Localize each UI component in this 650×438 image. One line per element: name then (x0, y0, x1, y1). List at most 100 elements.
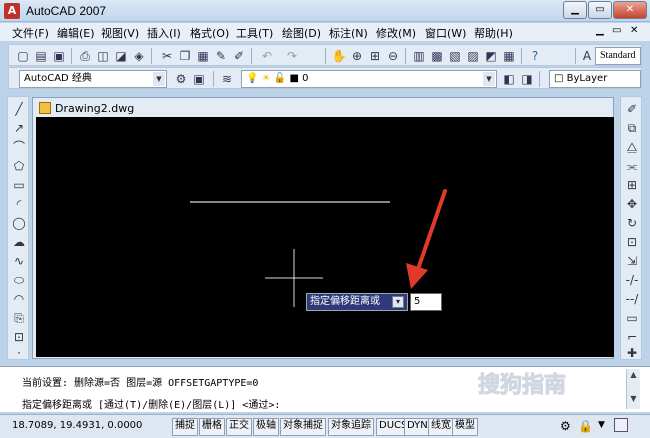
insert-block-icon[interactable]: ⎘ (11, 310, 27, 326)
block-editor-icon[interactable]: ✐ (231, 48, 247, 64)
make-current-layer-icon[interactable]: ◧ (501, 71, 517, 87)
copy-icon[interactable]: ❐ (177, 48, 193, 64)
menu-modify[interactable]: 修改(M) (376, 25, 416, 41)
mirror-icon[interactable]: ⧋ (624, 139, 640, 155)
ortho-toggle[interactable]: 正交 (226, 418, 252, 436)
move-icon[interactable]: ✥ (624, 196, 640, 212)
match-properties-icon[interactable]: ✎ (213, 48, 229, 64)
offset-distance-input[interactable]: 5 (410, 293, 442, 311)
sheet-set-icon[interactable]: ▨ (465, 48, 481, 64)
menu-draw[interactable]: 绘图(D) (282, 25, 321, 41)
workspace-settings-icon[interactable]: ⚙ (173, 71, 189, 87)
cut-icon[interactable]: ✂ (159, 48, 175, 64)
offset-icon[interactable]: ⫘ (624, 158, 640, 174)
layer-select[interactable]: 💡 ☀ 🔓 ■ 0 ▼ (241, 70, 497, 88)
menu-file[interactable]: 文件(F) (12, 25, 49, 41)
layer-manager-icon[interactable]: ≋ (219, 71, 235, 87)
publish-icon[interactable]: ◪ (113, 48, 129, 64)
rectangle-icon[interactable]: ▭ (11, 177, 27, 193)
circle-icon[interactable]: ◯ (11, 215, 27, 231)
open-icon[interactable]: ▤ (33, 48, 49, 64)
menu-insert[interactable]: 插入(I) (147, 25, 181, 41)
dyn-toggle[interactable]: DYN (404, 418, 431, 436)
arc-icon[interactable]: ◜ (11, 196, 27, 212)
command-scrollbar[interactable]: ▲ ▼ (626, 369, 640, 409)
clean-screen-icon[interactable] (614, 418, 628, 432)
erase-icon[interactable]: ✐ (624, 101, 640, 117)
make-block-icon[interactable]: ⊡ (11, 329, 27, 345)
trim-icon[interactable]: -/- (624, 272, 640, 288)
markup-icon[interactable]: ◩ (483, 48, 499, 64)
model-toggle[interactable]: 模型 (452, 418, 478, 436)
stretch-icon[interactable]: ⇲ (624, 253, 640, 269)
polyline-icon[interactable]: ⌒ (11, 139, 27, 155)
color-select[interactable]: □ ByLayer (549, 70, 641, 88)
help-icon[interactable]: ? (527, 48, 543, 64)
lineweight-toggle[interactable]: 线宽 (428, 418, 454, 436)
options-arrow-icon[interactable]: ▾ (392, 296, 404, 308)
scale-icon[interactable]: ⊡ (624, 234, 640, 250)
rotate-icon[interactable]: ↻ (624, 215, 640, 231)
plot-preview-icon[interactable]: ◫ (95, 48, 111, 64)
design-center-icon[interactable]: ▩ (429, 48, 445, 64)
menu-window[interactable]: 窗口(W) (425, 25, 466, 41)
spline-icon[interactable]: ∿ (11, 253, 27, 269)
menu-view[interactable]: 视图(V) (101, 25, 139, 41)
otrack-toggle[interactable]: 对象追踪 (328, 418, 374, 436)
zoom-previous-icon[interactable]: ⊖ (385, 48, 401, 64)
tool-palettes-icon[interactable]: ▧ (447, 48, 463, 64)
save-workspace-icon[interactable]: ▣ (191, 71, 207, 87)
text-style-icon[interactable]: A (579, 48, 595, 64)
polygon-icon[interactable]: ⬠ (11, 158, 27, 174)
point-icon[interactable]: · (11, 345, 27, 361)
3d-dwf-icon[interactable]: ◈ (131, 48, 147, 64)
undo-icon[interactable]: ↶ (259, 48, 275, 64)
zoom-realtime-icon[interactable]: ⊕ (349, 48, 365, 64)
zoom-window-icon[interactable]: ⊞ (367, 48, 383, 64)
revision-cloud-icon[interactable]: ☁ (11, 234, 27, 250)
save-icon[interactable]: ▣ (51, 48, 67, 64)
grid-toggle[interactable]: 栅格 (199, 418, 225, 436)
menu-tools[interactable]: 工具(T) (236, 25, 273, 41)
text-style-select[interactable]: Standard (595, 47, 641, 65)
menu-dimension[interactable]: 标注(N) (329, 25, 368, 41)
doc-close-icon[interactable]: ✕ (630, 25, 638, 36)
properties-icon[interactable]: ▥ (411, 48, 427, 64)
drawing-canvas[interactable]: 指定偏移距离或 ▾ 5 (36, 117, 614, 357)
snap-toggle[interactable]: 捕捉 (172, 418, 198, 436)
extend-icon[interactable]: --/ (624, 291, 640, 307)
title-bar: A AutoCAD 2007 ▁ ▭ ✕ (0, 0, 650, 22)
doc-restore-icon[interactable]: ▭ (612, 25, 621, 36)
status-menu-arrow-icon[interactable]: ▼ (598, 420, 605, 430)
toolbar-lock-icon[interactable]: 🔒 (578, 419, 593, 433)
new-icon[interactable]: ▢ (15, 48, 31, 64)
paste-icon[interactable]: ▦ (195, 48, 211, 64)
osnap-toggle[interactable]: 对象捕捉 (280, 418, 326, 436)
ellipse-arc-icon[interactable]: ◠ (11, 291, 27, 307)
print-icon[interactable]: ⎙ (77, 48, 93, 64)
copy-object-icon[interactable]: ⧉ (624, 120, 640, 136)
menu-format[interactable]: 格式(O) (190, 25, 229, 41)
close-button[interactable]: ✕ (613, 1, 647, 19)
construction-line-icon[interactable]: ↗ (11, 120, 27, 136)
array-icon[interactable]: ⊞ (624, 177, 640, 193)
calculator-icon[interactable]: ▦ (501, 48, 517, 64)
layer-previous-icon[interactable]: ◨ (519, 71, 535, 87)
communication-center-icon[interactable]: ⚙ (560, 419, 571, 433)
workspace-select[interactable]: AutoCAD 经典 ▼ (19, 70, 167, 88)
color-swatch-icon: ■ (289, 73, 299, 84)
pan-icon[interactable]: ✋ (331, 48, 347, 64)
menu-help[interactable]: 帮助(H) (474, 25, 513, 41)
menu-edit[interactable]: 编辑(E) (57, 25, 95, 41)
command-prompt-line[interactable]: 指定偏移距离或 [通过(T)/删除(E)/图层(L)] <通过>: (22, 396, 280, 411)
explode-icon[interactable]: ✚ (624, 345, 640, 361)
chamfer-icon[interactable]: ⌐ (624, 329, 640, 345)
break-icon[interactable]: ▭ (624, 310, 640, 326)
redo-icon[interactable]: ↷ (284, 48, 300, 64)
minimize-button[interactable]: ▁ (563, 1, 587, 19)
ellipse-icon[interactable]: ⬭ (11, 272, 27, 288)
maximize-button[interactable]: ▭ (588, 1, 612, 19)
doc-minimize-icon[interactable]: ▁ (596, 25, 604, 36)
polar-toggle[interactable]: 极轴 (253, 418, 279, 436)
line-icon[interactable]: ╱ (11, 101, 27, 117)
